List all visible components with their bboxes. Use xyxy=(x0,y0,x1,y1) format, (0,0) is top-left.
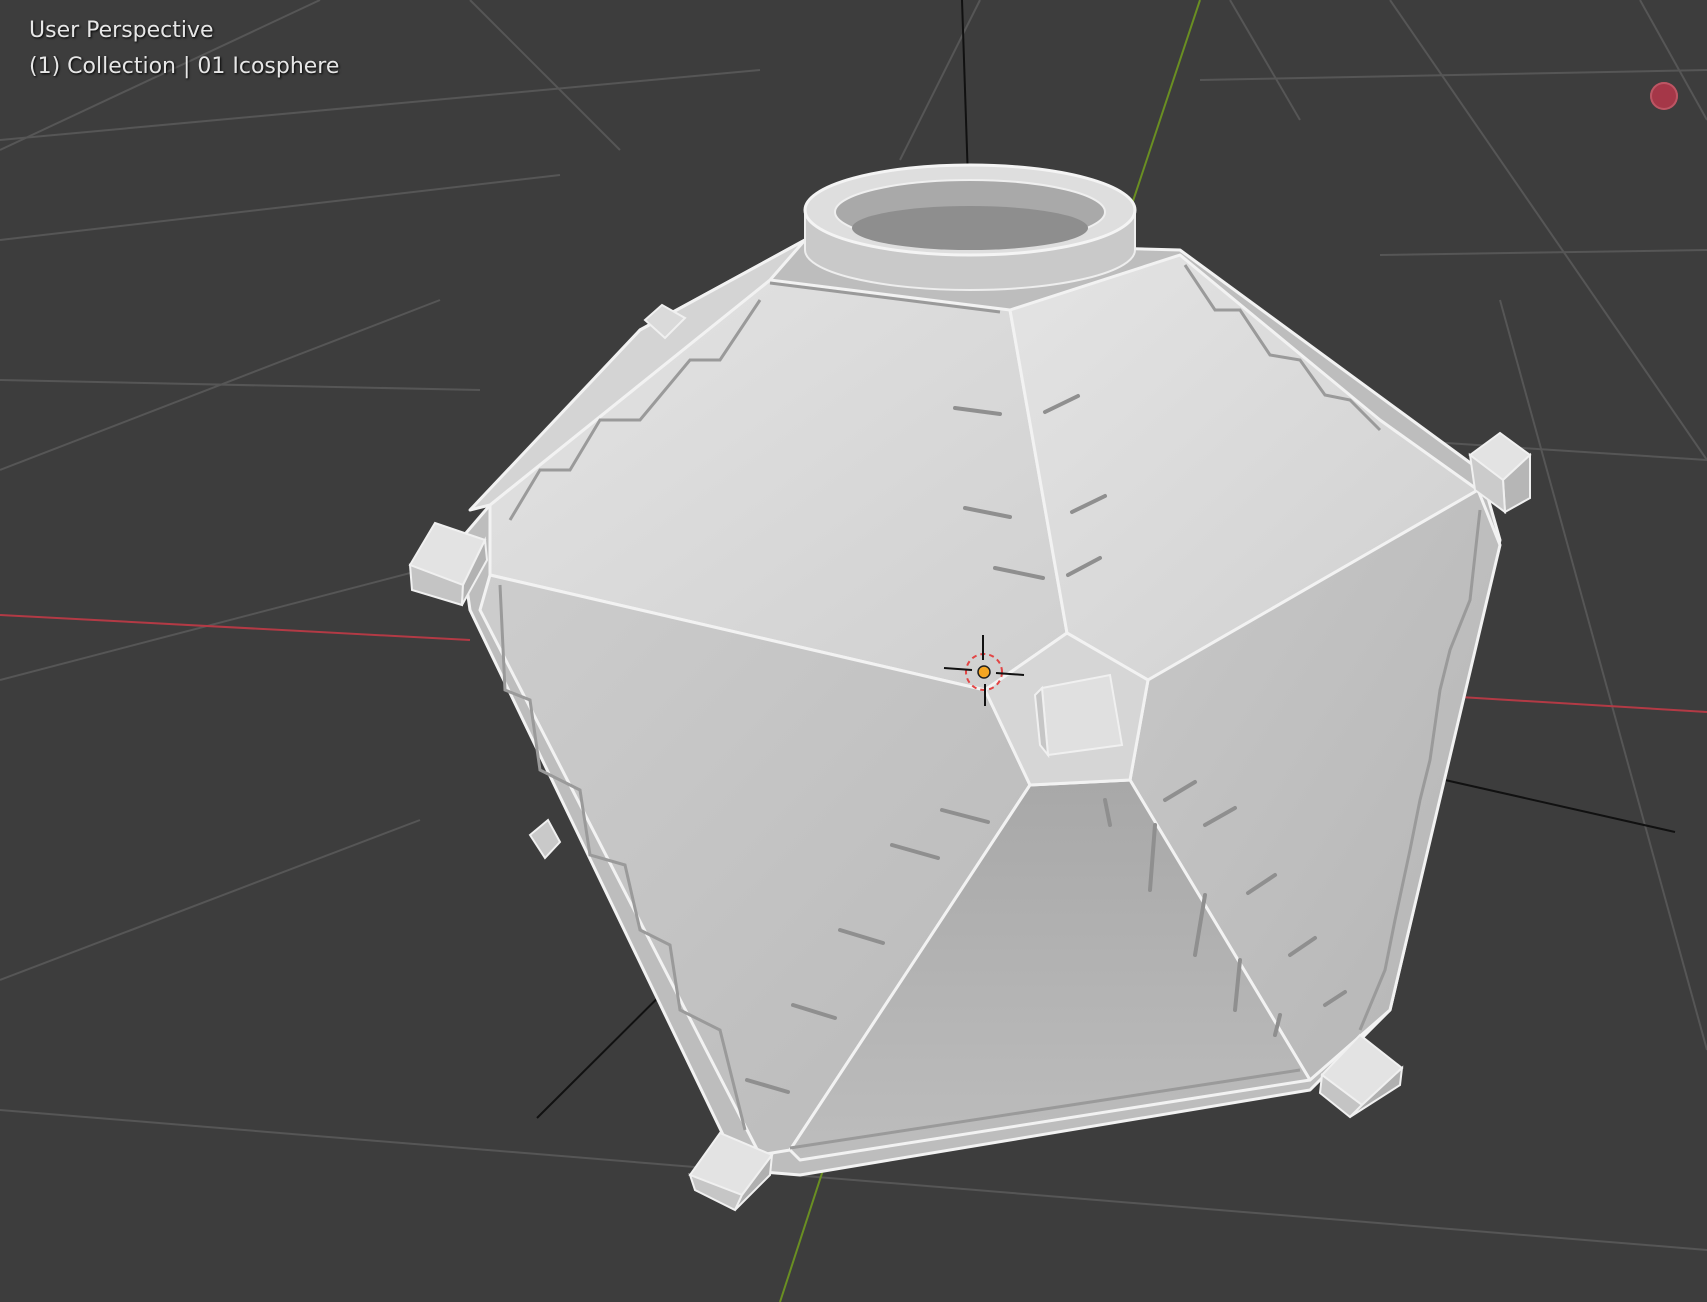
y-axis-line xyxy=(1129,0,1201,211)
viewport-view-name: User Perspective xyxy=(29,18,214,43)
cube-center xyxy=(1033,673,1124,759)
viewport-object-info: (1) Collection | 01 Icosphere xyxy=(29,54,340,79)
x-axis-line-right xyxy=(1459,696,1707,713)
icosphere-mesh[interactable] xyxy=(458,238,1502,1177)
record-icon[interactable] xyxy=(1650,82,1678,110)
3d-viewport[interactable]: User Perspective (1) Collection | 01 Ico… xyxy=(0,0,1707,1302)
object-origin-icon xyxy=(977,665,991,679)
viewport-scene[interactable] xyxy=(0,0,1707,1302)
top-ring xyxy=(803,163,1137,291)
